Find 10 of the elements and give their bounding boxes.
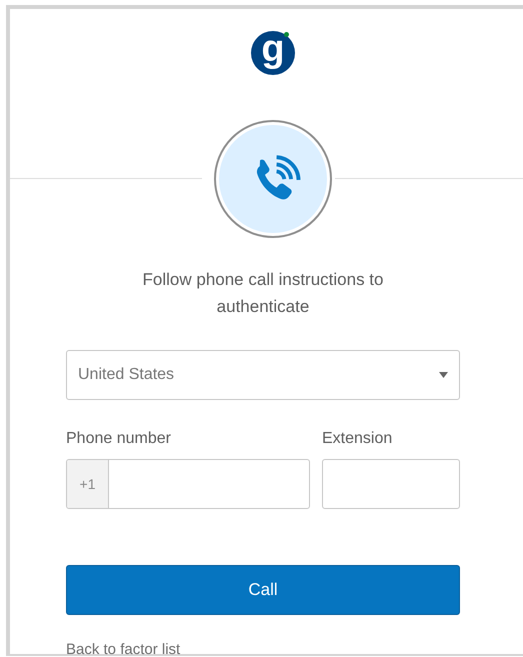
back-link[interactable]: Back to factor list — [66, 639, 180, 657]
extension-field[interactable] — [322, 459, 460, 509]
phone-number-field[interactable]: +1 — [66, 459, 310, 509]
heading: Follow phone call instructions to authenticate — [142, 269, 384, 318]
field-label: Extension — [322, 429, 394, 449]
call-button[interactable]: Call — [66, 565, 460, 615]
logo: g — [251, 31, 295, 75]
field-label: Phone number — [66, 429, 172, 449]
country-select[interactable]: United States — [66, 350, 460, 400]
dropdown-caret-icon — [439, 372, 448, 378]
